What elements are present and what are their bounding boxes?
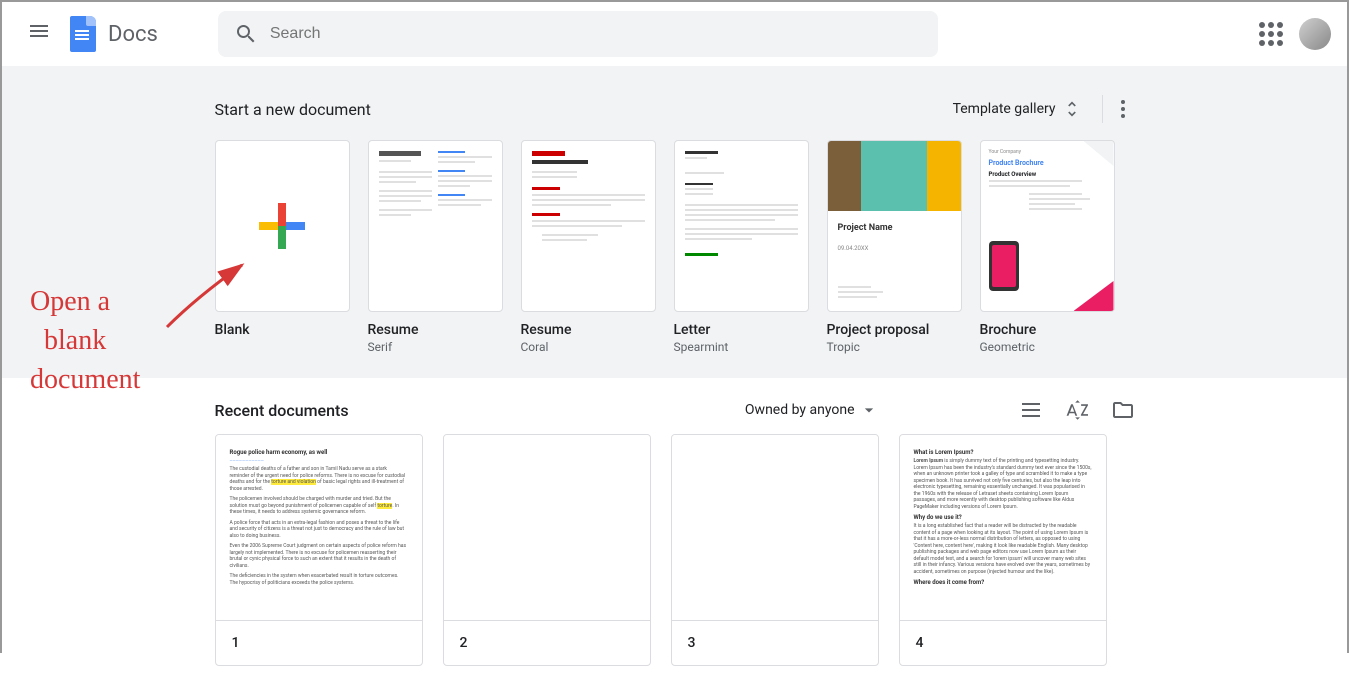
app-logo[interactable]: Docs: [70, 16, 158, 52]
template-resume-coral[interactable]: Resume Coral: [521, 140, 656, 354]
recent-docs-row: Rogue police harm economy, as well —————…: [215, 434, 1135, 666]
recent-section: Recent documents Owned by anyone: [2, 378, 1347, 686]
doc-thumbnail: [672, 435, 878, 620]
main-menu-button[interactable]: [18, 10, 66, 58]
template-letter-spearmint[interactable]: Letter Spearmint: [674, 140, 809, 354]
doc-thumbnail: [444, 435, 650, 620]
doc-title: 2: [444, 620, 650, 665]
template-name: Project proposal: [827, 322, 962, 338]
divider: [1102, 95, 1103, 123]
more-options-button[interactable]: [1111, 90, 1135, 128]
unfold-icon: [1062, 99, 1082, 119]
thumb-overview: Product Overview: [989, 171, 1106, 178]
doc-heading: Rogue police harm economy, as well: [230, 449, 408, 456]
template-resume-serif[interactable]: Resume Serif: [368, 140, 503, 354]
owner-filter-dropdown[interactable]: Owned by anyone: [745, 400, 879, 420]
view-controls: [1019, 398, 1135, 422]
template-subtitle: Geometric: [980, 340, 1115, 354]
template-thumb: Project Name 09.04.20XX: [827, 140, 962, 312]
hamburger-icon: [30, 22, 54, 46]
header-actions: [1259, 18, 1331, 50]
template-thumb: [521, 140, 656, 312]
template-thumb-blank: [215, 140, 350, 312]
folder-icon: [1111, 398, 1135, 422]
doc-thumbnail: What is Lorem Ipsum? Lorem Ipsum is simp…: [900, 435, 1106, 620]
template-thumb: Your Company Product Brochure Product Ov…: [980, 140, 1115, 312]
templates-section: Start a new document Template gallery Bl…: [2, 66, 1347, 378]
thumb-brochure-title: Product Brochure: [989, 159, 1106, 167]
template-subtitle: Spearmint: [674, 340, 809, 354]
recent-title: Recent documents: [215, 401, 349, 420]
template-thumb: [368, 140, 503, 312]
open-file-picker-button[interactable]: [1111, 398, 1135, 422]
list-icon: [1019, 398, 1043, 422]
template-name: Letter: [674, 322, 809, 338]
gallery-controls: Template gallery: [941, 90, 1135, 128]
search-icon: [234, 22, 258, 46]
plus-icon: [259, 203, 305, 249]
dropdown-icon: [859, 400, 879, 420]
thumb-date: 09.04.20XX: [828, 245, 961, 252]
search-box[interactable]: [218, 11, 938, 57]
gallery-label: Template gallery: [953, 101, 1056, 117]
recent-doc-card[interactable]: 3: [671, 434, 879, 666]
doc-thumbnail: Rogue police harm economy, as well —————…: [216, 435, 422, 620]
template-subtitle: Serif: [368, 340, 503, 354]
search-input[interactable]: [270, 25, 922, 43]
recent-doc-card[interactable]: Rogue police harm economy, as well —————…: [215, 434, 423, 666]
doc-title: 4: [900, 620, 1106, 665]
template-name: Blank: [215, 322, 350, 338]
thumb-heading: [379, 151, 422, 156]
list-view-button[interactable]: [1019, 398, 1043, 422]
template-gallery-button[interactable]: Template gallery: [941, 91, 1094, 127]
docs-icon: [70, 16, 96, 52]
app-header: Docs: [2, 2, 1347, 66]
template-subtitle: Coral: [521, 340, 656, 354]
search-container: [218, 11, 938, 57]
template-blank[interactable]: Blank: [215, 140, 350, 354]
templates-header: Start a new document Template gallery: [215, 82, 1135, 140]
template-thumb: [674, 140, 809, 312]
sort-button[interactable]: [1065, 398, 1089, 422]
template-brochure[interactable]: Your Company Product Brochure Product Ov…: [980, 140, 1115, 354]
template-name: Resume: [521, 322, 656, 338]
google-apps-button[interactable]: [1259, 22, 1283, 46]
thumb-proposal-title: Project Name: [828, 211, 961, 245]
doc-title: 1: [216, 620, 422, 665]
recent-header: Recent documents Owned by anyone: [215, 398, 1135, 434]
filter-label: Owned by anyone: [745, 402, 855, 418]
doc-title: 3: [672, 620, 878, 665]
account-avatar[interactable]: [1299, 18, 1331, 50]
recent-doc-card[interactable]: What is Lorem Ipsum? Lorem Ipsum is simp…: [899, 434, 1107, 666]
template-subtitle: Tropic: [827, 340, 962, 354]
sort-az-icon: [1065, 398, 1089, 422]
thumb-company: Your Company: [989, 149, 1106, 155]
template-name: Resume: [368, 322, 503, 338]
doc-heading: What is Lorem Ipsum?: [914, 449, 1092, 456]
doc-heading: Why do we use it?: [914, 514, 1092, 521]
templates-row: Blank: [215, 140, 1135, 354]
doc-heading: Where does it come from?: [914, 579, 1092, 586]
templates-title: Start a new document: [215, 100, 371, 119]
template-project-proposal[interactable]: Project Name 09.04.20XX Project proposal…: [827, 140, 962, 354]
app-title: Docs: [108, 22, 158, 47]
recent-doc-card[interactable]: 2: [443, 434, 651, 666]
template-name: Brochure: [980, 322, 1115, 338]
